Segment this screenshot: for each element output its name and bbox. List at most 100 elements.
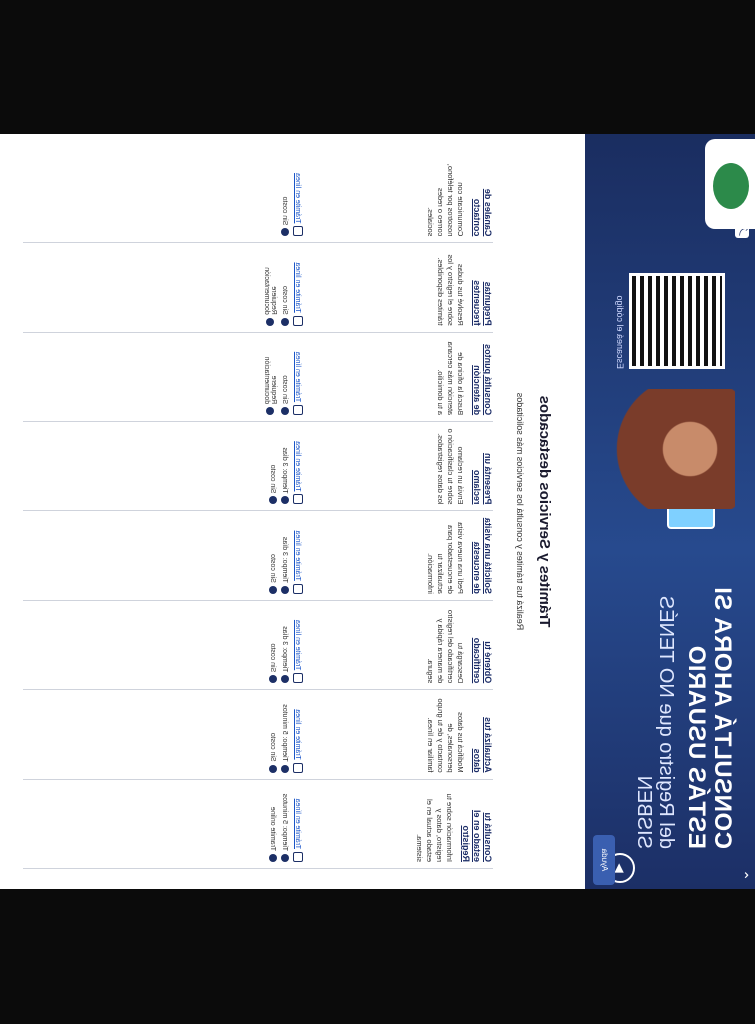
card-description: Información sobre tu registro, datos y e… (415, 793, 454, 862)
meta-link[interactable]: Trámite en línea (295, 173, 302, 223)
meta-text: Requiere documentación (263, 267, 277, 315)
meta-link[interactable]: Trámite en línea (295, 441, 302, 491)
online-icon (293, 315, 303, 326)
card-meta: Trámite en línea Tiempo: 5 minutos Sin c… (265, 696, 303, 773)
info-icon (269, 496, 277, 505)
card-description: Buscá la oficina de atención más cercana… (436, 341, 465, 416)
meta-row: Tramite online (269, 786, 277, 862)
online-icon (293, 226, 303, 237)
card-title[interactable]: Actualizá tus datos (471, 696, 493, 773)
meta-text: Tiempo: 5 minutos (281, 793, 289, 851)
card-meta: Trámite en línea Sin costo Requiere docu… (259, 339, 303, 416)
meta-row: Sin costo (269, 428, 277, 505)
card-title[interactable]: Presentá un reclamo (471, 428, 493, 505)
meta-link[interactable]: Trámite en línea (295, 799, 302, 849)
service-card[interactable]: Obtené tu certificado Descargá tu certif… (23, 600, 493, 691)
meta-text: Sin costo (281, 375, 289, 405)
section-intro: Realizá tus trámites y consultá los serv… (515, 392, 525, 631)
seal-emblem-icon (713, 163, 749, 209)
card-description: Comunicate con nosotros por teléfono, co… (426, 163, 465, 237)
chevron-up-icon[interactable]: ⌃ (734, 869, 751, 881)
clock-icon (281, 496, 289, 505)
card-title[interactable]: Preguntas frecuentes (471, 249, 493, 326)
meta-row: Trámite en línea (293, 339, 303, 416)
service-card[interactable]: Consultá puntos de atención Buscá la ofi… (23, 332, 493, 423)
card-meta: Trámite en línea Tiempo: 3 días Sin cost… (265, 607, 303, 684)
meta-text: Requiere documentación (263, 356, 277, 405)
card-title[interactable]: Obtené tu certificado (471, 607, 493, 684)
card-title[interactable]: Consultá puntos de atención (471, 339, 493, 415)
person-photo (585, 389, 735, 509)
online-icon (293, 673, 303, 684)
card-title[interactable]: Canales de contacto (471, 160, 493, 237)
card-description: Enviá un reclamo sobre tu clasificación … (436, 428, 465, 505)
service-card[interactable]: Presentá un reclamo Enviá un reclamo sob… (23, 422, 493, 512)
meta-link[interactable]: Trámite en línea (295, 262, 302, 312)
meta-row: Tiempo: 3 días (281, 518, 289, 594)
meta-text: Tramite online (269, 806, 277, 851)
meta-row: Tiempo: 3 días (281, 428, 289, 505)
meta-row: Trámite en línea (293, 518, 303, 594)
services-section: Trámites y Servicios destacados Realizá … (0, 134, 585, 889)
card-meta: Trámite en línea Tiempo: 3 días Sin cost… (265, 428, 303, 505)
meta-row: Sin costo (269, 696, 277, 773)
rotated-screen: ⤴ ⛶ ‹ › × ⌃ ⌄ CONSULTÁ AHORA SI ESTÁS US… (0, 134, 755, 889)
meta-row: Tiempo: 5 minutos (281, 696, 289, 773)
service-card[interactable]: Consultá tu estado en el Registro Inform… (23, 779, 493, 869)
hero-title: CONSULTÁ AHORA SI ESTÁS USUARIO (683, 586, 736, 849)
hero-subtitle: del Registro que NO TENÉS SISBEN (633, 595, 677, 849)
info-icon (269, 764, 277, 773)
card-title[interactable]: Consultá tu estado en el Registro (460, 786, 493, 862)
qr-caption: Escaneá el código (615, 295, 625, 369)
online-icon (293, 762, 303, 773)
meta-row: Trámite en línea (293, 696, 303, 773)
meta-link[interactable]: Trámite en línea (295, 620, 302, 670)
card-description: Descargá tu certificado del registro de … (426, 609, 465, 684)
meta-text: Sin costo (269, 643, 277, 673)
meta-row: Sin costo (281, 339, 289, 416)
meta-text: Tiempo: 3 días (281, 447, 289, 494)
info-icon (269, 854, 277, 862)
meta-link[interactable]: Trámite en línea (295, 709, 302, 759)
meta-text: Tiempo: 3 días (281, 626, 289, 673)
info-icon (269, 675, 277, 684)
clock-icon (281, 764, 289, 773)
meta-row: Tiempo: 5 minutos (281, 786, 289, 862)
meta-text: Tiempo: 5 minutos (281, 704, 289, 762)
online-icon (293, 405, 303, 416)
card-description: Modificá tus datos personales, de contac… (426, 698, 465, 773)
meta-row: Trámite en línea (293, 249, 303, 326)
meta-text: Sin costo (281, 285, 289, 315)
hero-banner[interactable]: ⤴ ⛶ ‹ › × ⌃ ⌄ CONSULTÁ AHORA SI ESTÁS US… (585, 134, 755, 889)
document-icon (266, 407, 274, 416)
card-meta: Trámite en línea Tiempo: 3 días Sin cost… (265, 518, 303, 594)
meta-row: Requiere documentación (263, 339, 277, 416)
info-icon (269, 585, 277, 594)
help-chat-button[interactable]: Ayuda (593, 835, 615, 885)
meta-row: Sin costo (281, 160, 289, 237)
service-card[interactable]: Solicitá una visita de encuesta Pedí una… (23, 511, 493, 601)
meta-link[interactable]: Trámite en línea (295, 352, 302, 402)
meta-text: Sin costo (269, 464, 277, 494)
online-icon (293, 852, 303, 862)
clock-icon (281, 854, 289, 862)
meta-text: Sin costo (269, 732, 277, 762)
card-description: Pedí una nueva visita de encuestador par… (426, 522, 465, 594)
meta-row: Trámite en línea (293, 607, 303, 684)
info-icon (281, 407, 289, 416)
card-meta: Trámite en línea Sin costo (277, 160, 303, 237)
meta-text: Sin costo (281, 196, 289, 226)
meta-row: Tiempo: 3 días (281, 607, 289, 684)
card-meta: Trámite en línea Tiempo: 5 minutos Trami… (265, 786, 303, 862)
online-icon (293, 494, 303, 505)
service-card[interactable]: Canales de contacto Comunicate con nosot… (23, 154, 493, 244)
government-seal (705, 139, 755, 229)
meta-link[interactable]: Trámite en línea (295, 531, 302, 581)
meta-text: Sin costo (269, 554, 277, 583)
card-title[interactable]: Solicitá una visita de encuesta (471, 518, 493, 594)
service-card[interactable]: Actualizá tus datos Modificá tus datos p… (23, 690, 493, 780)
card-meta: Trámite en línea Sin costo Requiere docu… (259, 249, 303, 326)
meta-text: Tiempo: 3 días (281, 536, 289, 583)
service-card[interactable]: Preguntas frecuentes Resolvé tus dudas s… (23, 243, 493, 333)
info-icon (281, 228, 289, 237)
